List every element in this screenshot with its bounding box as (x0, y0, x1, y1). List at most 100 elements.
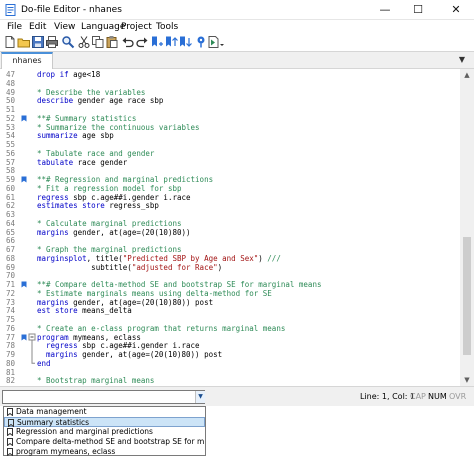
code-line[interactable]: 79 margins gender, at(age=(20(10)80)) po… (0, 350, 460, 359)
next-bookmark-icon[interactable] (178, 35, 192, 49)
line-number: 60 (6, 183, 16, 193)
code-line[interactable]: 70 (0, 271, 460, 280)
save-icon[interactable] (31, 35, 45, 49)
menu-language[interactable]: Language (81, 21, 125, 33)
line-number: 79 (6, 350, 16, 359)
code-line[interactable]: 59 **# Regression and marginal prediction… (0, 175, 460, 184)
print-icon[interactable] (45, 35, 59, 49)
execute-options-chevron-down-icon[interactable] (219, 35, 225, 49)
code-token: * Create an e-class program that returns… (37, 323, 286, 333)
maximize-button[interactable]: ☐ (403, 0, 433, 20)
code-line[interactable]: 64 * Calculate marginal predictions (0, 219, 460, 228)
nav-item-program-mymeans[interactable]: program mymeans, eclass (4, 447, 205, 456)
close-button[interactable]: ✕ (441, 0, 471, 20)
code-line[interactable]: 48 (0, 79, 460, 88)
code-line[interactable]: 60 * Fit a regression model for sbp (0, 184, 460, 193)
code-line[interactable]: 69 subtitle("adjusted for Race") (0, 263, 460, 272)
code-line[interactable]: 72 * Estimate marginals means using delta… (0, 289, 460, 298)
code-line[interactable]: 77 program mymeans, eclass (0, 333, 460, 342)
status-bar: ▼ Line: 1, Col: 1 CAP NUM OVR (0, 386, 474, 406)
code-line[interactable]: 78 regress sbp c.age##i.gender i.race (0, 341, 460, 350)
line-number: 64 (6, 218, 16, 228)
code-text: est store means_delta (37, 306, 132, 315)
tab-nhanes[interactable]: nhanes (1, 52, 53, 69)
menu-file[interactable]: File (7, 21, 22, 33)
code-line[interactable]: 51 (0, 105, 460, 114)
line-number: 52 (6, 113, 16, 123)
toggle-bookmark-icon[interactable] (150, 35, 164, 49)
code-line[interactable]: 58 (0, 166, 460, 175)
new-file-icon[interactable] (3, 35, 17, 49)
nav-item-regression[interactable]: Regression and marginal predictions (4, 427, 205, 437)
code-line[interactable]: 65 margins gender, at(age=(20(10)80)) (0, 228, 460, 237)
code-line[interactable]: 81 (0, 368, 460, 377)
line-number: 61 (6, 192, 16, 202)
line-number: 80 (6, 358, 16, 368)
copy-icon[interactable] (91, 35, 105, 49)
nav-item-compare-se[interactable]: Compare delta-method SE and bootstrap SE… (4, 437, 205, 447)
code-token: * Summarize the continuous variables (37, 122, 200, 132)
code-line[interactable]: 62 estimates store regress_sbp (0, 201, 460, 210)
find-icon[interactable] (61, 35, 75, 49)
cut-icon[interactable] (77, 35, 91, 49)
minimize-button[interactable]: — (370, 0, 400, 20)
line-number: 81 (6, 367, 16, 377)
code-line[interactable]: 53 * Summarize the continuous variables (0, 123, 460, 132)
menu-edit[interactable]: Edit (29, 21, 46, 33)
scroll-up-arrow-icon[interactable]: ▲ (460, 69, 474, 81)
code-line[interactable]: 47 drop if age<18 (0, 70, 460, 79)
code-token: est store (37, 306, 78, 316)
tab-list-chevron-down-icon[interactable]: ▼ (456, 54, 468, 66)
code-line[interactable]: 75 (0, 315, 460, 324)
code-token: **# Summary statistics (37, 113, 137, 123)
menu-view[interactable]: View (54, 21, 75, 33)
line-number: 68 (6, 253, 16, 263)
open-folder-icon[interactable] (17, 35, 31, 49)
paste-icon[interactable] (105, 35, 119, 49)
line-number: 78 (6, 341, 16, 351)
bookmark-icon[interactable] (21, 115, 27, 122)
navigator-chevron-down-icon[interactable]: ▼ (195, 391, 205, 403)
code-line[interactable]: 74 est store means_delta (0, 306, 460, 315)
code-line[interactable]: 49 * Describe the variables (0, 88, 460, 97)
bookmark-icon (7, 438, 13, 446)
menu-project[interactable]: Project (121, 21, 152, 33)
menu-tools[interactable]: Tools (156, 21, 178, 33)
code-line[interactable]: 50 describe gender age race sbp (0, 96, 460, 105)
bookmark-icon[interactable] (21, 176, 27, 183)
code-line[interactable]: 71 **# Compare delta-method SE and bootst… (0, 280, 460, 289)
code-line[interactable]: 56 * Tabulate race and gender (0, 149, 460, 158)
code-token: marginsplot (37, 253, 87, 263)
navigator-dropdown[interactable]: ▼ (2, 390, 205, 404)
bookmark-icon[interactable] (21, 281, 27, 288)
scrollbar-thumb[interactable] (463, 237, 471, 355)
code-line[interactable]: 57 tabulate race gender (0, 158, 460, 167)
previous-bookmark-icon[interactable] (164, 35, 178, 49)
code-line[interactable]: 73 margins gender, at(age=(20(10)80)) pos… (0, 298, 460, 307)
undo-icon[interactable] (121, 35, 135, 49)
code-line[interactable]: 54 summarize age sbp (0, 131, 460, 140)
nav-item-summary-statistics[interactable]: Summary statistics (4, 417, 205, 427)
code-line[interactable]: 61 regress sbp c.age##i.gender i.race (0, 193, 460, 202)
code-line[interactable]: 80 end (0, 359, 460, 368)
nav-item-label: Compare delta-method SE and bootstrap SE… (16, 437, 204, 446)
code-line[interactable]: 63 (0, 210, 460, 219)
code-line[interactable]: 82 * Bootstrap marginal means (0, 376, 460, 385)
code-line[interactable]: 66 (0, 236, 460, 245)
redo-icon[interactable] (135, 35, 149, 49)
nav-item-data-management[interactable]: Data management (4, 407, 205, 417)
code-line[interactable]: 52 **# Summary statistics (0, 114, 460, 123)
code-line[interactable]: 76 * Create an e-class program that retur… (0, 324, 460, 333)
scroll-down-arrow-icon[interactable]: ▼ (460, 374, 474, 386)
code-line[interactable]: 67 * Graph the marginal predictions (0, 245, 460, 254)
line-number: 48 (6, 78, 16, 88)
vertical-scrollbar[interactable]: ▲ ▼ (460, 69, 474, 386)
code-token: tabulate (37, 157, 74, 167)
bookmark-icon[interactable] (21, 334, 27, 341)
code-line[interactable]: 68 marginsplot, title("Predicted SBP by A… (0, 254, 460, 263)
show-file-in-viewer-icon[interactable] (194, 35, 208, 49)
bookmark-icon (8, 419, 14, 427)
line-number: 58 (6, 166, 16, 176)
code-line[interactable]: 55 (0, 140, 460, 149)
code-editor[interactable]: 47 drop if age<18 48 49 * Describe the varia… (0, 69, 474, 386)
